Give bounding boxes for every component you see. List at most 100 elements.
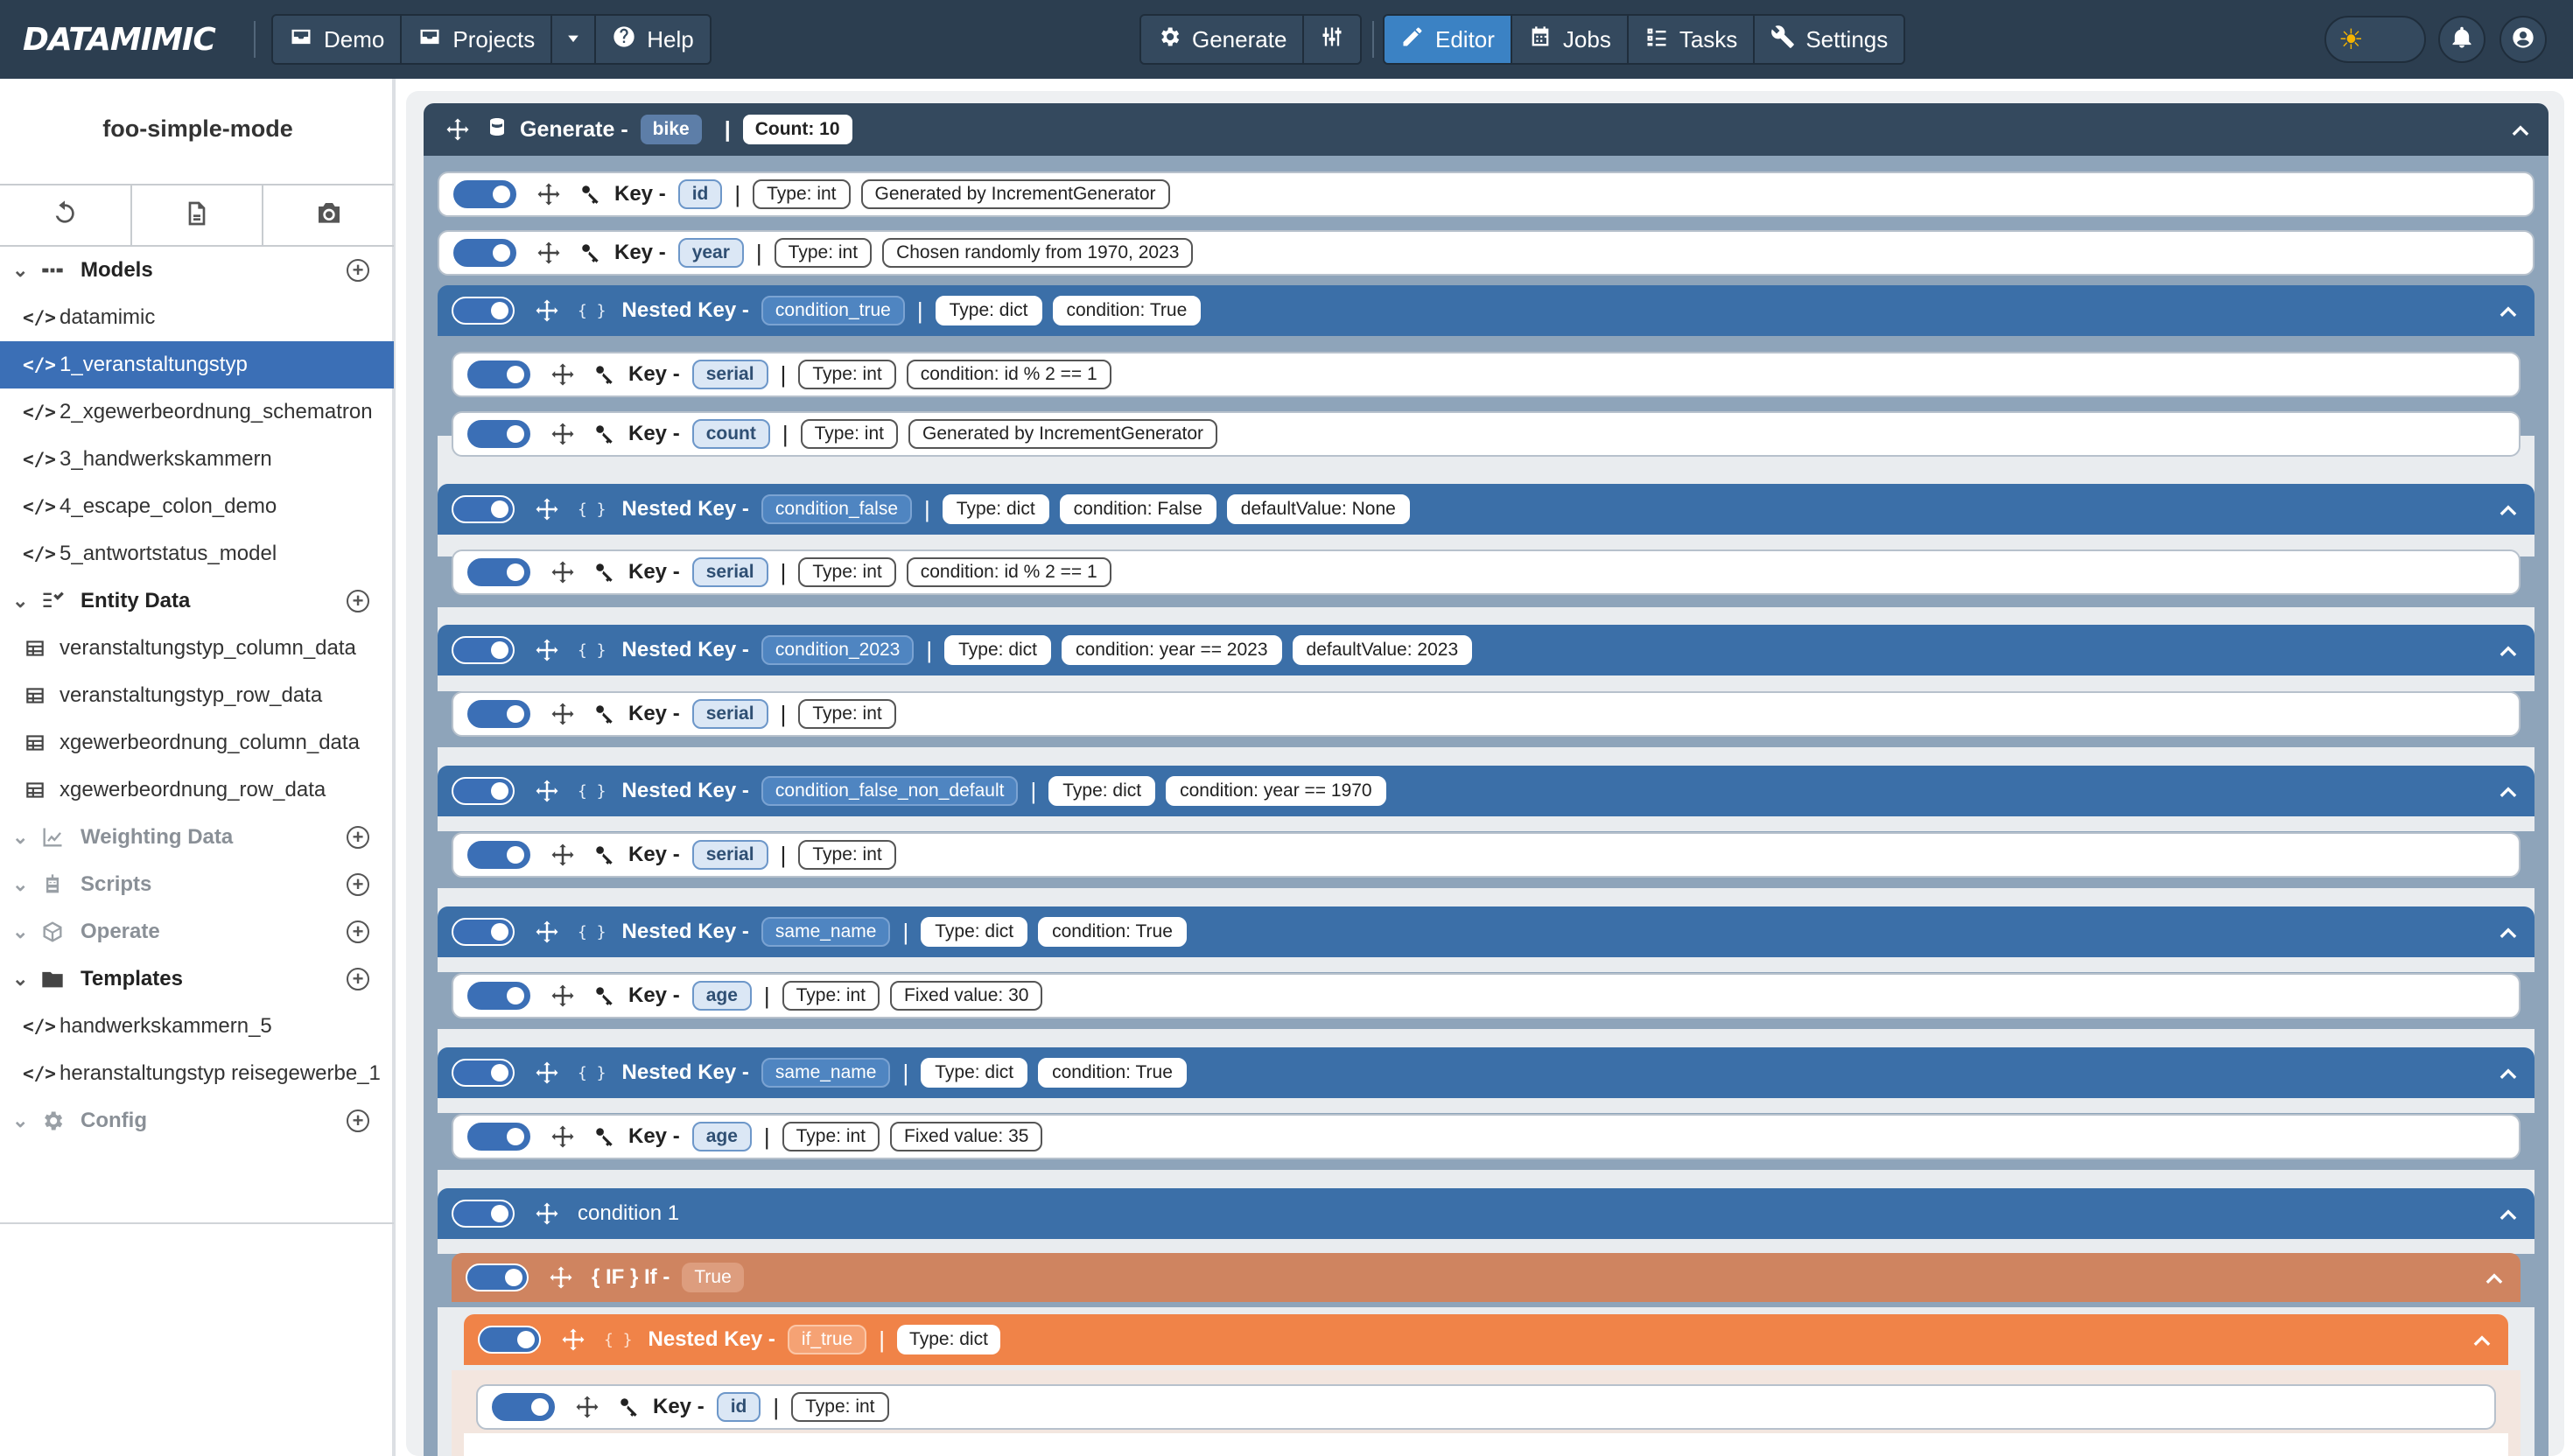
enable-toggle[interactable] <box>452 297 515 325</box>
user-account-button[interactable] <box>2499 16 2547 63</box>
jobs-tab[interactable]: Jobs <box>1511 16 1629 63</box>
section-operate[interactable]: ⌄ Operate + <box>0 908 394 956</box>
add-entity-button[interactable]: + <box>347 590 369 612</box>
collapse-icon[interactable] <box>2496 779 2520 803</box>
tree-item-template[interactable]: </> heranstaltungstyp reisegewerbe_1 <box>0 1050 394 1097</box>
enable-toggle[interactable] <box>467 982 530 1010</box>
key-row-age[interactable]: Key - age | Type: int Fixed value: 30 <box>452 973 2520 1018</box>
collapse-icon[interactable] <box>2496 1201 2520 1226</box>
collapse-icon[interactable] <box>2496 920 2520 944</box>
move-icon[interactable] <box>534 1060 560 1086</box>
key-row-id[interactable]: Key - id | Type: int <box>476 1384 2496 1430</box>
nested-key-header[interactable]: { } Nested Key - condition_false | Type:… <box>438 484 2534 535</box>
enable-toggle[interactable] <box>467 420 530 448</box>
section-models[interactable]: ⌄ Models + <box>0 247 394 294</box>
key-row-serial[interactable]: Key - serial | Type: int condition: id %… <box>452 352 2520 397</box>
section-entity-data[interactable]: ⌄ Entity Data + <box>0 578 394 625</box>
help-button[interactable]: Help <box>596 16 710 63</box>
generate-options-button[interactable] <box>1304 16 1361 63</box>
enable-toggle[interactable] <box>452 918 515 946</box>
move-icon[interactable] <box>550 701 576 727</box>
editor-tab[interactable]: Editor <box>1385 16 1512 63</box>
tree-item-model[interactable]: </> 1_veranstaltungstyp <box>0 341 394 388</box>
tree-item-entity[interactable]: veranstaltungstyp_row_data <box>0 672 394 719</box>
enable-toggle[interactable] <box>453 180 516 208</box>
add-weighting-button[interactable]: + <box>347 826 369 849</box>
add-template-button[interactable]: + <box>347 968 369 990</box>
nested-key-header[interactable]: { } Nested Key - condition_false_non_def… <box>438 766 2534 816</box>
collapse-icon[interactable] <box>2508 117 2533 142</box>
nested-key-header[interactable]: { } Nested Key - same_name | Type: dict … <box>438 1047 2534 1098</box>
tree-item-model[interactable]: </> 5_antwortstatus_model <box>0 530 394 578</box>
camera-button[interactable] <box>263 186 394 245</box>
move-icon[interactable] <box>550 559 576 585</box>
key-row-serial[interactable]: Key - serial | Type: int <box>452 832 2520 878</box>
condition-block-header[interactable]: condition 1 <box>438 1188 2534 1239</box>
enable-toggle[interactable] <box>467 841 530 869</box>
enable-toggle[interactable] <box>467 360 530 388</box>
enable-toggle[interactable] <box>466 1264 529 1292</box>
nested-key-header[interactable]: { } Nested Key - condition_2023 | Type: … <box>438 625 2534 676</box>
tree-item-entity[interactable]: xgewerbeordnung_column_data <box>0 719 394 766</box>
tree-item-template[interactable]: </> handwerkskammern_5 <box>0 1003 394 1050</box>
demo-button[interactable]: Demo <box>273 16 403 63</box>
brand-logo[interactable]: DATAMIMIC <box>23 19 216 60</box>
section-scripts[interactable]: ⌄ Scripts + <box>0 861 394 908</box>
settings-tab[interactable]: Settings <box>1755 16 1904 63</box>
move-icon[interactable] <box>536 181 562 207</box>
move-icon[interactable] <box>534 637 560 663</box>
key-row-age[interactable]: Key - age | Type: int Fixed value: 35 <box>452 1114 2520 1159</box>
if-block-header[interactable]: { IF } If - True <box>452 1253 2520 1302</box>
add-model-button[interactable]: + <box>347 259 369 282</box>
nested-key-header[interactable]: { } Nested Key - if_true | Type: dict <box>464 1314 2508 1365</box>
enable-toggle[interactable] <box>467 558 530 586</box>
key-row-serial[interactable]: Key - serial | Type: int condition: id %… <box>452 550 2520 595</box>
tree-item-model[interactable]: </> datamimic <box>0 294 394 341</box>
move-icon[interactable] <box>445 116 471 143</box>
enable-toggle[interactable] <box>452 636 515 664</box>
move-icon[interactable] <box>550 421 576 447</box>
generate-block-header[interactable]: Generate - bike | Count: 10 <box>424 103 2548 156</box>
tree-item-entity[interactable]: xgewerbeordnung_row_data <box>0 766 394 814</box>
enable-toggle[interactable] <box>492 1393 555 1421</box>
move-icon[interactable] <box>534 298 560 324</box>
collapse-icon[interactable] <box>2496 638 2520 662</box>
tree-item-model[interactable]: </> 4_escape_colon_demo <box>0 483 394 530</box>
add-script-button[interactable]: + <box>347 873 369 896</box>
enable-toggle[interactable] <box>452 1059 515 1087</box>
move-icon[interactable] <box>560 1326 586 1353</box>
refresh-button[interactable] <box>0 186 132 245</box>
move-icon[interactable] <box>534 1200 560 1227</box>
move-icon[interactable] <box>574 1394 600 1420</box>
key-row-id[interactable]: Key - id | Type: int Generated by Increm… <box>438 172 2534 217</box>
enable-toggle[interactable] <box>452 495 515 523</box>
key-row-count[interactable]: Key - count | Type: int Generated by Inc… <box>452 411 2520 457</box>
tree-item-model[interactable]: </> 3_handwerkskammern <box>0 436 394 483</box>
move-icon[interactable] <box>534 778 560 804</box>
nested-key-header[interactable]: { } Nested Key - condition_true | Type: … <box>438 285 2534 336</box>
enable-toggle[interactable] <box>453 239 516 267</box>
move-icon[interactable] <box>550 1124 576 1150</box>
collapse-icon[interactable] <box>2470 1327 2494 1352</box>
move-icon[interactable] <box>550 361 576 388</box>
generate-button[interactable]: Generate <box>1141 16 1305 63</box>
enable-toggle[interactable] <box>467 700 530 728</box>
tree-item-model[interactable]: </> 2_xgewerbeordnung_schematron <box>0 388 394 436</box>
add-operate-button[interactable]: + <box>347 920 369 943</box>
nested-key-header[interactable]: { } Nested Key - same_name | Type: dict … <box>438 906 2534 957</box>
section-templates[interactable]: ⌄ Templates + <box>0 956 394 1003</box>
enable-toggle[interactable] <box>467 1123 530 1151</box>
projects-dropdown-toggle[interactable] <box>552 16 597 63</box>
move-icon[interactable] <box>536 240 562 266</box>
theme-toggle[interactable]: ☀ <box>2324 16 2426 63</box>
move-icon[interactable] <box>550 842 576 868</box>
notifications-button[interactable] <box>2438 16 2485 63</box>
enable-toggle[interactable] <box>452 1200 515 1228</box>
move-icon[interactable] <box>534 919 560 945</box>
tree-item-entity[interactable]: veranstaltungstyp_column_data <box>0 625 394 672</box>
projects-button[interactable]: Projects <box>402 16 553 63</box>
key-row-year[interactable]: Key - year | Type: int Chosen randomly f… <box>438 230 2534 276</box>
tasks-tab[interactable]: Tasks <box>1628 16 1756 63</box>
enable-toggle[interactable] <box>452 777 515 805</box>
section-config[interactable]: ⌄ Config + <box>0 1097 394 1144</box>
